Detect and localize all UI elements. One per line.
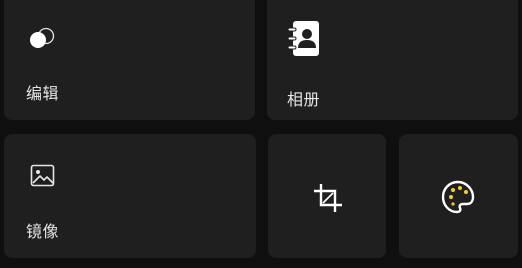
crop-tile[interactable] xyxy=(268,134,386,258)
image-icon xyxy=(30,164,55,187)
mirror-label: 镜像 xyxy=(26,222,60,241)
mirror-tile[interactable]: 镜像 xyxy=(4,134,256,258)
contact-book-icon xyxy=(287,21,319,56)
edit-tile[interactable]: 编辑 xyxy=(4,0,255,120)
crop-icon xyxy=(314,184,342,212)
edit-label: 编辑 xyxy=(26,84,60,103)
palette-tile[interactable] xyxy=(399,134,518,258)
album-label: 相册 xyxy=(287,90,321,109)
palette-icon xyxy=(441,180,475,214)
overlapping-circles-icon xyxy=(30,27,55,48)
album-tile[interactable]: 相册 xyxy=(267,0,518,120)
